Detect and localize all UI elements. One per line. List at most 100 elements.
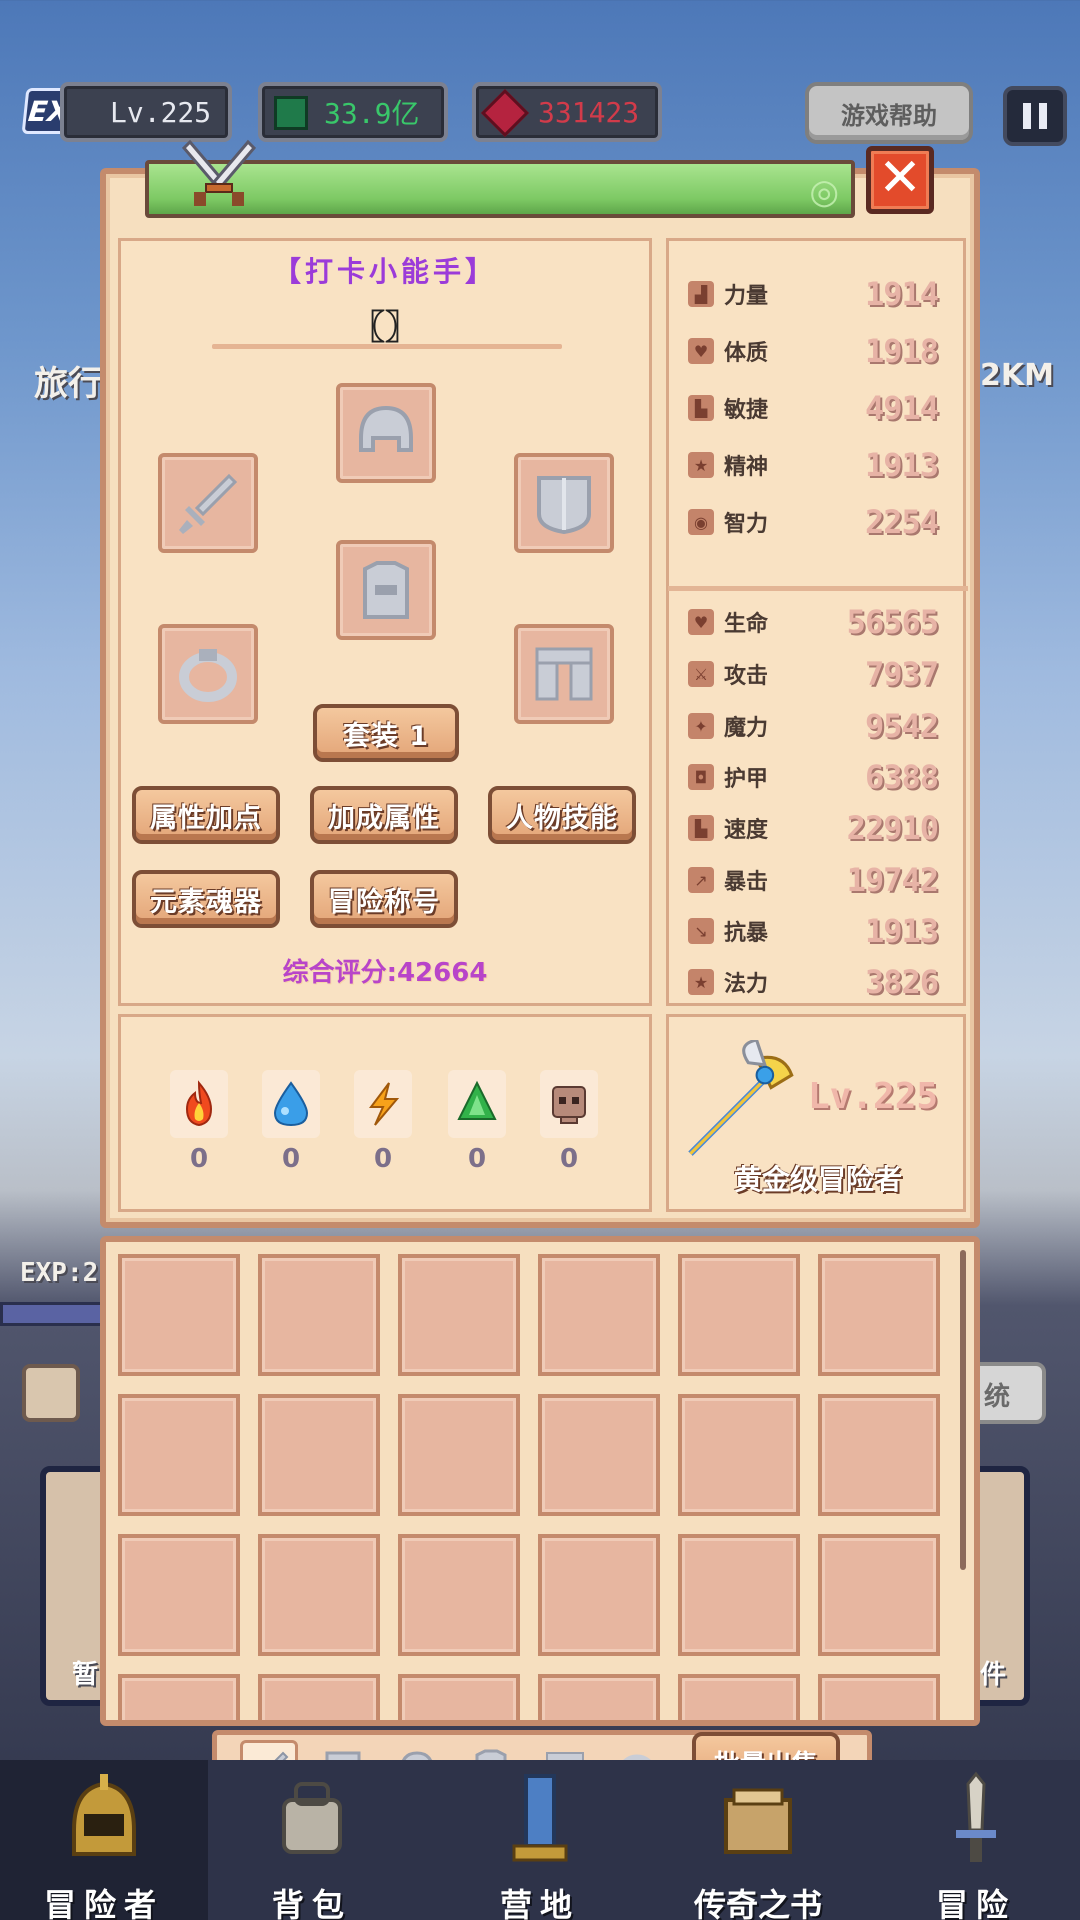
stat-strength: ▟ 力量 1914 — [688, 272, 939, 316]
star-icon: ★ — [688, 452, 714, 478]
shield-icon: ◘ — [688, 764, 714, 790]
nav-backpack[interactable]: 背包 — [222, 1770, 402, 1920]
crit-icon: ↗ — [688, 867, 714, 893]
inventory-slot[interactable] — [818, 1394, 940, 1516]
distance-text: 2KM — [980, 358, 1054, 393]
armor-icon — [363, 561, 409, 619]
inventory-slot[interactable] — [538, 1254, 660, 1376]
heart-icon: ♥ — [688, 338, 714, 364]
earth-element[interactable] — [448, 1070, 506, 1138]
close-button[interactable]: ✕ — [866, 146, 934, 214]
gem-display: 331423 — [472, 82, 662, 142]
stats-divider — [668, 586, 968, 591]
inventory-slot[interactable] — [258, 1254, 380, 1376]
inventory-slot[interactable] — [258, 1674, 380, 1720]
inventory-slot[interactable] — [678, 1534, 800, 1656]
adventurer-rank: 黄金级冒险者 — [733, 1163, 902, 1196]
pause-icon — [1023, 103, 1031, 129]
element-soul-button[interactable]: 元素魂器 — [132, 870, 280, 928]
water-icon — [273, 1081, 309, 1127]
nav-legend-book[interactable]: 传奇之书 — [668, 1770, 848, 1920]
lightning-value: 0 — [373, 1144, 393, 1174]
heart-icon: ♥ — [688, 609, 714, 635]
inventory-slot[interactable] — [118, 1674, 240, 1720]
inventory-slot[interactable] — [818, 1674, 940, 1720]
right-card-text: 件 — [980, 1660, 1007, 1690]
profile-level: Lv.225 — [808, 1076, 939, 1117]
inventory-slot[interactable] — [258, 1394, 380, 1516]
stat-attack: ⚔ 攻击 7937 — [688, 652, 939, 696]
helmet-icon — [359, 405, 413, 452]
water-element[interactable] — [262, 1070, 320, 1138]
book-icon — [724, 1788, 792, 1854]
weapon-slot[interactable] — [158, 453, 258, 553]
inventory-slot[interactable] — [118, 1254, 240, 1376]
earth-icon — [457, 1080, 497, 1120]
nav-adventurer[interactable]: 冒险者 — [14, 1770, 194, 1920]
travel-text: 旅行 — [34, 364, 102, 404]
adventure-title-button[interactable]: 冒险称号 — [310, 870, 458, 928]
inventory-slot[interactable] — [678, 1394, 800, 1516]
backpack-icon — [282, 1782, 342, 1854]
character-skills-button[interactable]: 人物技能 — [488, 786, 636, 844]
fire-element[interactable] — [170, 1070, 228, 1138]
armor-slot[interactable] — [336, 540, 436, 640]
inventory-slot[interactable] — [678, 1674, 800, 1720]
gold-icon — [274, 96, 308, 130]
crossed-swords-icon — [181, 139, 257, 206]
inventory-slot[interactable] — [818, 1534, 940, 1656]
gem-value: 331423 — [538, 95, 640, 129]
inventory-slot[interactable] — [538, 1534, 660, 1656]
sword-icon: ⚔ — [688, 661, 714, 687]
inventory-slot[interactable] — [118, 1394, 240, 1516]
nav-adventure[interactable]: 冒险 — [886, 1770, 1066, 1920]
outfit-set-button[interactable]: 套装 1 — [313, 704, 459, 762]
dark-value: 0 — [559, 1144, 579, 1174]
level-text: Lv.225 — [110, 95, 212, 129]
stat-constitution: ♥ 体质 1918 — [688, 329, 939, 373]
brain-icon: ◉ — [688, 509, 714, 535]
inventory-slot[interactable] — [118, 1534, 240, 1656]
fire-value: 0 — [189, 1144, 209, 1174]
level-display: Lv.225 — [60, 82, 232, 142]
stat-agility: ▙ 敏捷 4914 — [688, 386, 939, 430]
inventory-slot[interactable] — [678, 1254, 800, 1376]
shield-icon — [537, 476, 591, 535]
stat-mana: ★ 法力 3826 — [688, 960, 939, 1004]
stat-intelligence: ◉ 智力 2254 — [688, 500, 939, 544]
stat-speed: ▙ 速度 22910 — [688, 806, 939, 850]
character-title[interactable]: 【打卡小能手】 — [120, 250, 650, 290]
shield-slot[interactable] — [514, 453, 614, 553]
inventory-slot[interactable] — [258, 1534, 380, 1656]
sword-icon — [179, 473, 238, 534]
gem-icon — [480, 88, 530, 138]
inventory-slot[interactable] — [398, 1394, 520, 1516]
game-help-button[interactable]: 游戏帮助 — [805, 82, 973, 144]
boot-icon: ▙ — [688, 815, 714, 841]
gold-value: 33.9亿 — [324, 97, 420, 130]
helmet-slot[interactable] — [336, 383, 436, 483]
boots-slot[interactable] — [514, 624, 614, 724]
inventory-scrollbar[interactable] — [960, 1250, 966, 1570]
adventure-icon — [956, 1771, 996, 1862]
ring-slot[interactable] — [158, 624, 258, 724]
attribute-points-button[interactable]: 属性加点 — [132, 786, 280, 844]
stat-armor: ◘ 护甲 6388 — [688, 755, 939, 799]
lightning-element[interactable] — [354, 1070, 412, 1138]
inventory-slot[interactable] — [398, 1534, 520, 1656]
bonus-attributes-button[interactable]: 加成属性 — [310, 786, 458, 844]
dark-element[interactable] — [540, 1070, 598, 1138]
inventory-grid — [100, 1236, 980, 1726]
inventory-slot[interactable] — [538, 1394, 660, 1516]
inventory-slot[interactable] — [538, 1674, 660, 1720]
inventory-slot[interactable] — [818, 1254, 940, 1376]
inventory-slot[interactable] — [398, 1254, 520, 1376]
exp-bar — [0, 1302, 110, 1326]
skull-icon — [552, 1086, 586, 1124]
pause-button[interactable] — [1003, 86, 1067, 146]
nav-camp[interactable]: 营地 — [450, 1770, 630, 1920]
left-card-text: 暂 — [72, 1660, 99, 1690]
strength-icon: ▟ — [688, 281, 714, 307]
menu-button-bg[interactable] — [22, 1364, 80, 1422]
inventory-slot[interactable] — [398, 1674, 520, 1720]
